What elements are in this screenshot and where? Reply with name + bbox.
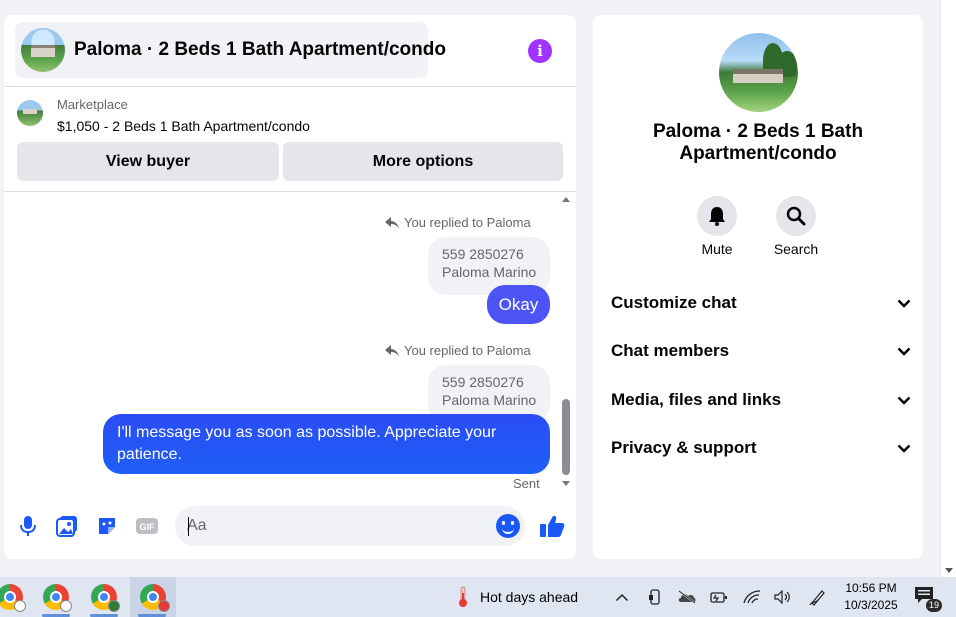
clock-time: 10:56 PM [845, 581, 897, 595]
listing-profile-photo [719, 33, 798, 112]
phone-link-icon[interactable] [645, 587, 665, 607]
marketplace-listing[interactable]: Marketplace $1,050 - 2 Beds 1 Bath Apart… [4, 87, 576, 137]
onedrive-offline-icon[interactable] [677, 587, 697, 607]
replied-indicator: You replied to Paloma [385, 215, 531, 230]
gif-icon[interactable]: GIF [135, 514, 159, 538]
emoji-icon[interactable] [496, 514, 520, 538]
customize-chat-section[interactable]: Customize chat [611, 286, 911, 320]
chat-panel: Paloma · 2 Beds 1 Bath Apartment/condo i… [4, 15, 576, 559]
reply-icon [385, 216, 399, 229]
chat-info-panel: Paloma · 2 Beds 1 Bath Apartment/condo M… [593, 15, 923, 559]
info-icon[interactable]: i [528, 39, 552, 63]
windows-taskbar: Hot days ahead 10:56 PM 10/3/2025 19 [0, 577, 956, 617]
quoted-line: Paloma Marino [442, 392, 537, 408]
weather-widget[interactable]: Hot days ahead [458, 586, 578, 608]
header-divider [4, 191, 576, 192]
battery-icon[interactable] [709, 587, 729, 607]
weather-text: Hot days ahead [480, 589, 579, 605]
microphone-icon[interactable] [16, 514, 40, 538]
message-bubble[interactable]: Okay [487, 285, 550, 324]
section-label: Chat members [611, 341, 730, 360]
chevron-down-icon [897, 347, 911, 356]
search-icon [786, 206, 806, 226]
listing-avatar [21, 28, 65, 72]
wifi-icon[interactable] [742, 587, 762, 607]
taskbar-chrome-profile[interactable] [0, 577, 32, 617]
chevron-down-icon [897, 299, 911, 308]
scroll-up-arrow-icon[interactable] [562, 197, 570, 202]
view-buyer-button[interactable]: View buyer [17, 142, 279, 181]
chat-title-button[interactable]: Paloma · 2 Beds 1 Bath Apartment/condo [15, 22, 446, 78]
reply-icon [385, 344, 399, 357]
photo-house [733, 69, 783, 83]
message-list: You replied to Paloma 559 2850276 Paloma… [4, 195, 576, 493]
chat-members-section[interactable]: Chat members [611, 334, 911, 368]
marketplace-label: Marketplace [57, 97, 128, 112]
message-scrollbar[interactable] [560, 195, 572, 491]
notification-center-icon[interactable]: 19 [914, 586, 942, 612]
listing-thumbnail [17, 100, 43, 126]
taskbar-chrome-profile[interactable] [34, 577, 78, 617]
clock-date: 10/3/2025 [844, 598, 898, 612]
quoted-line: Paloma Marino [442, 264, 537, 280]
privacy-support-section[interactable]: Privacy & support [611, 431, 911, 465]
chat-header: Paloma · 2 Beds 1 Bath Apartment/condo i [4, 15, 576, 87]
search-button[interactable] [776, 196, 816, 236]
search-label: Search [773, 241, 819, 257]
profile-badge-icon [108, 600, 120, 612]
photo-icon[interactable] [55, 514, 79, 538]
section-label: Privacy & support [611, 438, 757, 457]
page-top-strip [0, 0, 940, 15]
pen-menu-icon[interactable] [808, 587, 828, 607]
mute-button[interactable] [697, 196, 737, 236]
message-input[interactable] [175, 506, 475, 546]
more-options-button[interactable]: More options [283, 142, 563, 181]
replied-indicator: You replied to Paloma [385, 343, 531, 358]
section-label: Media, files and links [611, 390, 782, 409]
quoted-line: 559 2850276 [442, 374, 524, 390]
profile-badge-icon [158, 600, 170, 612]
scroll-down-arrow-icon[interactable] [945, 568, 953, 573]
scrollbar-thumb[interactable] [562, 399, 570, 475]
profile-badge-icon [14, 600, 26, 612]
side-title: Paloma · 2 Beds 1 Bath Apartment/condo [652, 121, 864, 164]
show-hidden-icons-chevron-up-icon[interactable] [612, 587, 632, 607]
quoted-line: 559 2850276 [442, 246, 524, 262]
sticker-icon[interactable] [95, 514, 119, 538]
message-input-wrapper [175, 506, 525, 546]
thermometer-icon [459, 586, 467, 607]
media-files-links-section[interactable]: Media, files and links [611, 383, 911, 417]
svg-text:GIF: GIF [140, 522, 156, 532]
bell-icon [709, 207, 725, 226]
composer: GIF [4, 503, 576, 549]
chevron-down-icon [897, 444, 911, 453]
listing-price: $1,050 - 2 Beds 1 Bath Apartment/condo [57, 118, 310, 134]
notification-count: 19 [925, 599, 942, 612]
replied-label: You replied to Paloma [404, 343, 531, 358]
system-clock[interactable]: 10:56 PM 10/3/2025 [842, 580, 900, 614]
taskbar-chrome-profile[interactable] [82, 577, 126, 617]
scroll-down-arrow-icon[interactable] [562, 481, 570, 486]
chat-title: Paloma · 2 Beds 1 Bath Apartment/condo [74, 39, 446, 60]
replied-label: You replied to Paloma [404, 215, 531, 230]
page-scrollbar[interactable] [940, 0, 956, 577]
chevron-down-icon [897, 396, 911, 405]
message-bubble[interactable]: I'll message you as soon as possible. Ap… [103, 414, 550, 474]
profile-badge-icon [60, 600, 72, 612]
message-status: Sent [513, 476, 540, 491]
section-label: Customize chat [611, 293, 737, 312]
volume-icon[interactable] [773, 587, 793, 607]
mute-label: Mute [701, 241, 733, 257]
taskbar-chrome-profile-active[interactable] [130, 577, 176, 617]
text-caret [188, 517, 189, 536]
thumbs-up-icon[interactable] [539, 514, 565, 538]
